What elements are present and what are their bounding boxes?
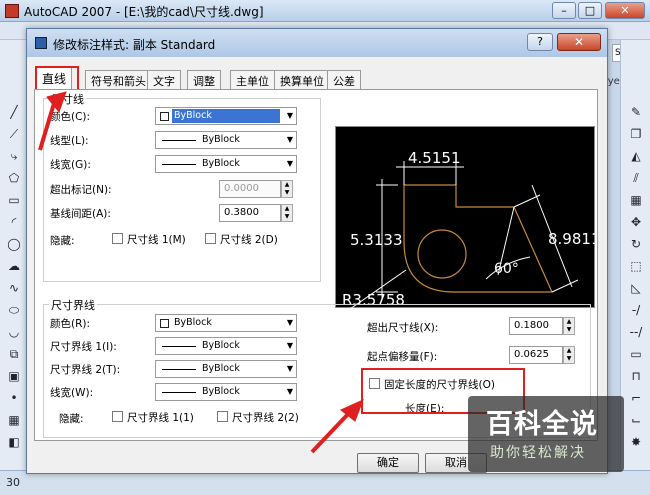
arrow-to-tab-line [38,99,57,151]
watermark-logo: 百科全说 助你轻松解决 [468,396,624,472]
watermark-main-text: 百科全说 [486,409,598,440]
arrow-to-tab-head [46,91,67,114]
watermark-sub-text: 助你轻松解决 [490,445,586,461]
arrow-to-checkbox-line [310,410,352,454]
